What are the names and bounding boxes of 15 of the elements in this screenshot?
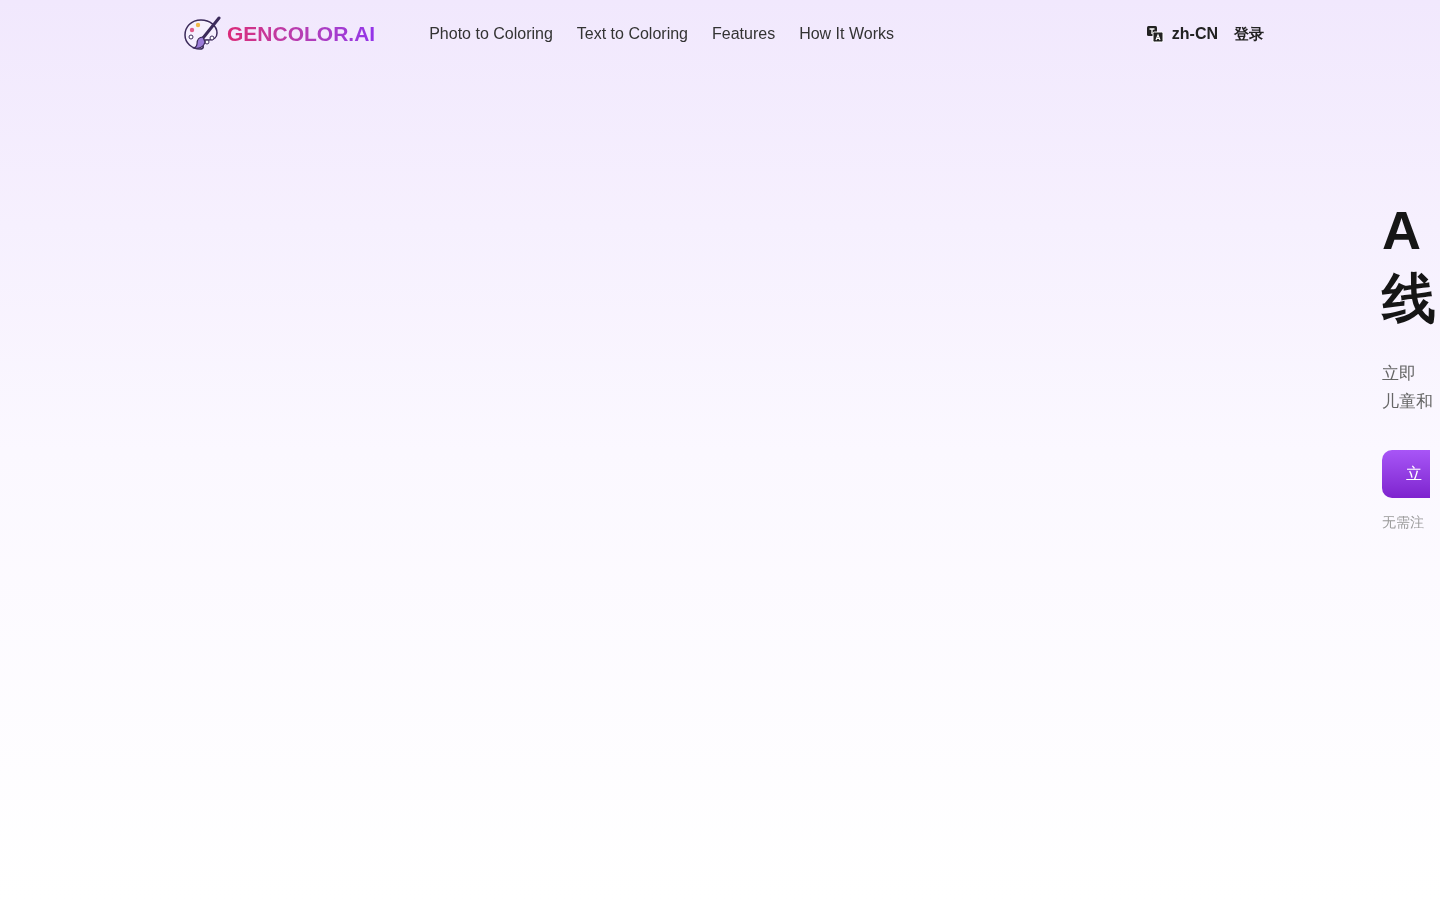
nav-link[interactable]: Text to Coloring <box>576 22 688 46</box>
hero-subtitle-line: 儿童和 <box>1382 391 1434 413</box>
language-button[interactable]: zh-CN <box>1145 22 1218 46</box>
nav-link[interactable]: How It Works <box>799 22 894 46</box>
translate-icon <box>1145 25 1164 43</box>
start-button[interactable]: 立 <box>1382 450 1430 498</box>
note-text: 无需注 <box>1382 513 1425 532</box>
login-button[interactable]: 登录 <box>1234 22 1264 46</box>
nav-link[interactable]: Features <box>712 22 776 46</box>
language-label: zh-CN <box>1171 24 1218 44</box>
nav-link[interactable]: Photo to Coloring <box>429 22 553 46</box>
hero-subtitle-line: 立即 <box>1382 363 1417 385</box>
hero-title-line: A <box>1382 199 1422 262</box>
palette-brush-icon <box>183 16 221 52</box>
hero-title-line: 线 <box>1382 267 1437 330</box>
